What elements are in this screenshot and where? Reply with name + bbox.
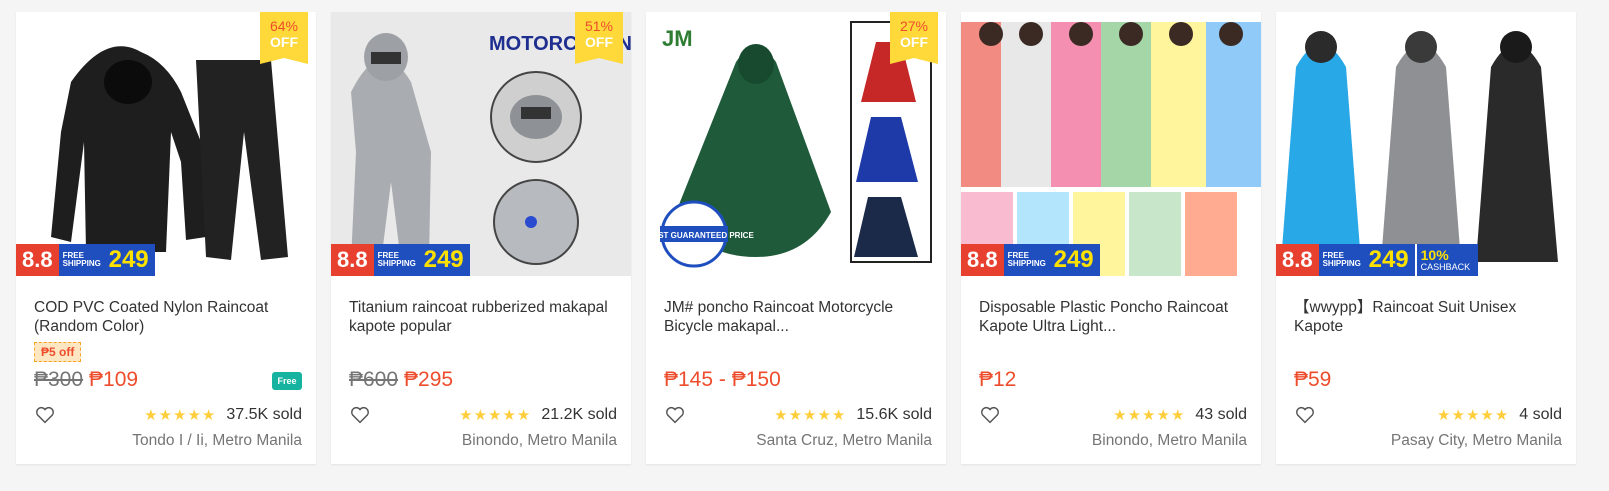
sold-count: 21.2K sold bbox=[541, 406, 617, 423]
meta-row: ★★★★★ 21.2K sold bbox=[349, 404, 617, 426]
price-row: ₱300 ₱109 bbox=[34, 368, 138, 392]
free-shipping-amount: 249 bbox=[1368, 246, 1409, 273]
product-card[interactable]: JM LOWEST GUARANTEED PRICE 27% OFF JM# p… bbox=[646, 12, 946, 464]
product-title[interactable]: Disposable Plastic Poncho Raincoat Kapot… bbox=[979, 298, 1247, 336]
cashback-badge: 10% CASHBACK bbox=[1414, 244, 1479, 276]
sold-count: 4 sold bbox=[1519, 406, 1562, 423]
product-image[interactable]: 8.8 FREE SHIPPING 249 bbox=[961, 12, 1261, 276]
free-shipping-label: FREE SHIPPING bbox=[377, 251, 416, 268]
free-shipping-label: FREE SHIPPING bbox=[1322, 251, 1361, 268]
promo-banner: 8.8 FREE SHIPPING 249 10% CASHBACK bbox=[1276, 244, 1479, 276]
heart-outline-icon[interactable] bbox=[979, 404, 1001, 426]
free-shipping-amount: 249 bbox=[423, 246, 464, 273]
discount-off-label: OFF bbox=[585, 34, 613, 50]
rating-stars: ★★★★★ bbox=[459, 407, 532, 424]
cashback-percent: 10% bbox=[1420, 247, 1449, 263]
current-price: ₱59 bbox=[1294, 368, 1332, 391]
price-row: ₱600 ₱295 bbox=[349, 368, 453, 392]
discount-tag: 51% OFF bbox=[575, 12, 623, 64]
product-title[interactable]: Titanium raincoat rubberized makapal kap… bbox=[349, 298, 617, 336]
price-row: ₱59 bbox=[1294, 368, 1331, 392]
free-shipping-badge: FREE SHIPPING 249 bbox=[373, 244, 470, 276]
promo-banner: 8.8 FREE SHIPPING 249 bbox=[331, 244, 470, 276]
current-price: ₱12 bbox=[979, 368, 1017, 391]
free-shipping-amount: 249 bbox=[1053, 246, 1094, 273]
heart-outline-icon[interactable] bbox=[34, 404, 56, 426]
product-title[interactable]: JM# poncho Raincoat Motorcycle Bicycle m… bbox=[664, 298, 932, 336]
product-image[interactable]: MOTORC RAINC 51% OFF 8.8 FREE SHIPPING 2… bbox=[331, 12, 631, 276]
sale-badge: 8.8 bbox=[16, 244, 59, 276]
sold-count: 43 sold bbox=[1195, 406, 1247, 423]
rating-stars: ★★★★★ bbox=[1113, 407, 1186, 424]
rating-stars: ★★★★★ bbox=[1437, 407, 1510, 424]
original-price: ₱300 bbox=[34, 368, 84, 391]
promo-banner: 8.8 FREE SHIPPING 249 bbox=[16, 244, 155, 276]
sale-badge: 8.8 bbox=[331, 244, 374, 276]
price-row: ₱145 - ₱150 bbox=[664, 368, 781, 392]
heart-outline-icon[interactable] bbox=[1294, 404, 1316, 426]
product-card[interactable]: 64% OFF 8.8 FREE SHIPPING 249 COD PVC Co… bbox=[16, 12, 316, 464]
discount-tag: 64% OFF bbox=[260, 12, 308, 64]
rating-stars: ★★★★★ bbox=[144, 407, 217, 424]
shop-location: Binondo, Metro Manila bbox=[461, 432, 617, 449]
shop-location: Santa Cruz, Metro Manila bbox=[756, 432, 932, 449]
shop-location: Pasay City, Metro Manila bbox=[1390, 432, 1562, 449]
raincoat-suit-image bbox=[1276, 12, 1576, 276]
product-card[interactable]: 8.8 FREE SHIPPING 249 Disposable Plastic… bbox=[961, 12, 1261, 464]
discount-percent: 27% bbox=[899, 18, 929, 34]
sale-badge: 8.8 bbox=[1276, 244, 1319, 276]
meta-row: ★★★★★ 4 sold bbox=[1294, 404, 1562, 426]
product-image[interactable]: JM LOWEST GUARANTEED PRICE 27% OFF bbox=[646, 12, 946, 276]
free-shipping-badge: FREE SHIPPING 249 bbox=[1318, 244, 1415, 276]
current-price: ₱109 bbox=[89, 368, 139, 391]
product-card[interactable]: 8.8 FREE SHIPPING 249 10% CASHBACK 【wwyp… bbox=[1276, 12, 1576, 464]
heart-outline-icon[interactable] bbox=[349, 404, 371, 426]
brand-logo: JM bbox=[662, 26, 693, 51]
shop-location: Binondo, Metro Manila bbox=[1091, 432, 1247, 449]
original-price: ₱600 bbox=[349, 368, 399, 391]
discount-tag: 27% OFF bbox=[890, 12, 938, 64]
discount-percent: 51% bbox=[584, 18, 614, 34]
free-shipping-badge: FREE SHIPPING 249 bbox=[58, 244, 155, 276]
sold-count: 15.6K sold bbox=[856, 406, 932, 423]
shop-location: Tondo I / Ii, Metro Manila bbox=[132, 432, 302, 449]
free-shipping-label: FREE SHIPPING bbox=[1007, 251, 1046, 268]
promo-banner: 8.8 FREE SHIPPING 249 bbox=[961, 244, 1100, 276]
meta-row: ★★★★★ 37.5K sold bbox=[34, 404, 302, 426]
product-grid-row: 64% OFF 8.8 FREE SHIPPING 249 COD PVC Co… bbox=[16, 12, 1576, 464]
product-image[interactable]: 8.8 FREE SHIPPING 249 10% CASHBACK bbox=[1276, 12, 1576, 276]
product-title[interactable]: 【wwypp】Raincoat Suit Unisex Kapote bbox=[1294, 298, 1562, 336]
free-shipping-amount: 249 bbox=[108, 246, 149, 273]
free-shipping-badge: FREE SHIPPING 249 bbox=[1003, 244, 1100, 276]
discount-off-label: OFF bbox=[900, 34, 928, 50]
current-price: ₱295 bbox=[404, 368, 454, 391]
discount-percent: 64% bbox=[269, 18, 299, 34]
heart-outline-icon[interactable] bbox=[664, 404, 686, 426]
sold-count: 37.5K sold bbox=[226, 406, 302, 423]
price-row: ₱12 bbox=[979, 368, 1016, 392]
current-price: ₱145 - ₱150 bbox=[664, 368, 781, 391]
free-shipping-label: FREE SHIPPING bbox=[62, 251, 101, 268]
discount-off-label: OFF bbox=[270, 34, 298, 50]
product-image[interactable]: 64% OFF 8.8 FREE SHIPPING 249 bbox=[16, 12, 316, 276]
price-guarantee-seal: LOWEST GUARANTEED PRICE bbox=[646, 231, 754, 240]
truck-icon: Free bbox=[272, 372, 302, 390]
cashback-label: CASHBACK bbox=[1420, 262, 1471, 272]
product-title[interactable]: COD PVC Coated Nylon Raincoat (Random Co… bbox=[34, 298, 302, 336]
meta-row: ★★★★★ 15.6K sold bbox=[664, 404, 932, 426]
voucher-badge: ₱5 off bbox=[34, 342, 82, 362]
meta-row: ★★★★★ 43 sold bbox=[979, 404, 1247, 426]
sale-badge: 8.8 bbox=[961, 244, 1004, 276]
product-card[interactable]: MOTORC RAINC 51% OFF 8.8 FREE SHIPPING 2… bbox=[331, 12, 631, 464]
rating-stars: ★★★★★ bbox=[774, 407, 847, 424]
plastic-poncho-image bbox=[961, 12, 1261, 276]
